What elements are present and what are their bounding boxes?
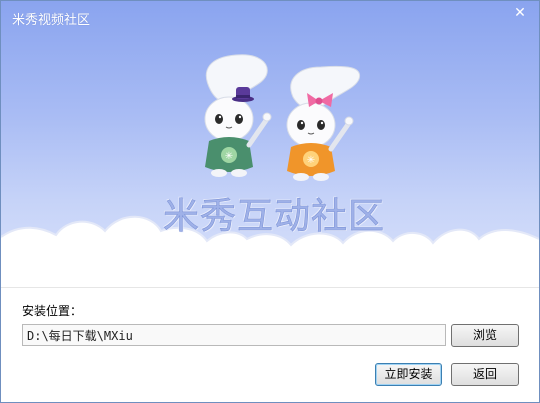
browse-button[interactable]: 浏览 xyxy=(451,324,519,347)
mascots-illustration: ✳ ✳ xyxy=(204,54,361,181)
back-button[interactable]: 返回 xyxy=(451,363,519,386)
brand-logo-text: 米秀互动社区 xyxy=(163,196,386,238)
installer-window: 米秀视频社区 ✕ ✳ ✳ 米秀互动社区 安装位置： D:\每日下载\MXiu 浏… xyxy=(0,0,540,403)
close-button[interactable]: ✕ xyxy=(509,4,531,22)
right-mascot: ✳ xyxy=(286,65,361,181)
svg-text:✳: ✳ xyxy=(225,151,233,162)
left-mascot: ✳ xyxy=(204,54,272,177)
install-now-button[interactable]: 立即安装 xyxy=(375,363,442,386)
window-title: 米秀视频社区 xyxy=(12,13,91,28)
titlebar: 米秀视频社区 ✕ xyxy=(1,1,539,35)
svg-text:✳: ✳ xyxy=(307,155,315,166)
separator xyxy=(1,287,539,288)
install-path-input[interactable] xyxy=(22,324,446,346)
banner: 米秀视频社区 ✕ ✳ ✳ 米秀互动社区 xyxy=(1,1,539,287)
install-location-label: 安装位置： xyxy=(22,304,83,318)
